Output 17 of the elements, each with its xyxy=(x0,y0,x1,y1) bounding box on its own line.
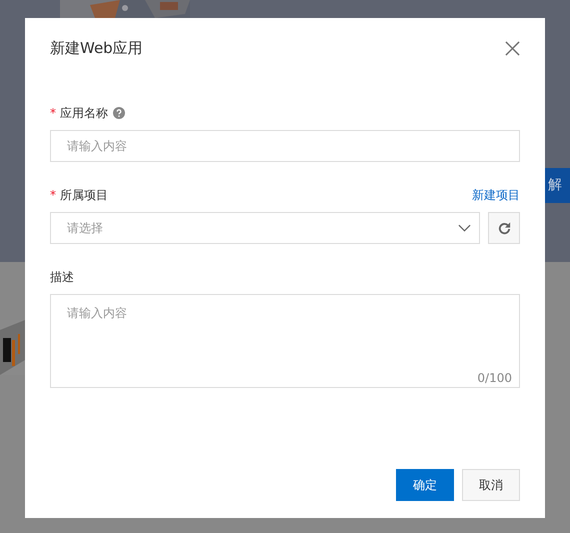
close-icon[interactable] xyxy=(505,40,520,56)
field-label: 所属项目 xyxy=(60,186,108,204)
caret-icon xyxy=(458,224,471,232)
required-mark: * xyxy=(50,188,56,202)
required-mark: * xyxy=(50,106,56,120)
input-field[interactable]: 请输入内容 xyxy=(50,130,520,162)
field-label: 应用名称 xyxy=(60,104,108,122)
new-project-link[interactable]: 新建项目 xyxy=(472,186,520,204)
refresh-icon xyxy=(496,220,512,236)
refresh-button[interactable] xyxy=(488,212,520,244)
confirm-button[interactable]: 确定 xyxy=(396,469,454,501)
select-field[interactable]: 请选择 xyxy=(50,212,480,244)
field-label: 描述 xyxy=(50,268,74,286)
cancel-button[interactable]: 取消 xyxy=(462,469,520,501)
character-counter: 0/100 xyxy=(477,371,512,385)
dialog-title: 新建Web应用 xyxy=(50,38,143,58)
help-icon[interactable] xyxy=(113,107,125,119)
